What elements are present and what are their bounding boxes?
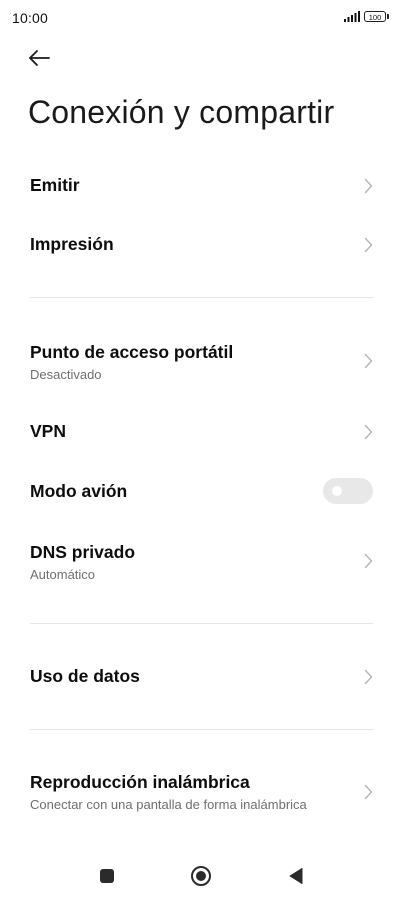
arrow-left-icon — [26, 46, 54, 70]
setting-title: Modo avión — [30, 481, 128, 501]
setting-subtitle: Desactivado — [30, 367, 102, 382]
chevron-right-icon — [364, 424, 373, 440]
battery-level: 100 — [364, 11, 386, 22]
section-divider — [30, 729, 373, 730]
setting-row-wireless-display[interactable]: Reproducción inalámbrica Conectar con un… — [0, 760, 403, 824]
home-button[interactable] — [189, 864, 213, 888]
setting-title: Punto de acceso portátil — [30, 342, 234, 362]
setting-row-vpn[interactable]: VPN — [0, 402, 403, 462]
chevron-right-icon — [364, 353, 373, 369]
setting-title: Reproducción inalámbrica — [30, 772, 250, 792]
status-time: 10:00 — [12, 10, 49, 26]
airplane-mode-toggle[interactable] — [323, 478, 373, 504]
section-divider — [30, 297, 373, 298]
home-circle-icon — [190, 865, 212, 887]
setting-subtitle: Automático — [30, 567, 96, 582]
section-divider — [30, 623, 373, 624]
back-nav-button[interactable] — [284, 864, 308, 888]
setting-row-data-usage[interactable]: Uso de datos — [0, 646, 403, 708]
chevron-right-icon — [364, 784, 373, 800]
recents-square-icon — [99, 868, 115, 884]
setting-title: Impresión — [30, 234, 114, 254]
setting-title: Emitir — [30, 175, 80, 195]
setting-subtitle: Conectar con una pantalla de forma inalá… — [30, 797, 307, 812]
setting-title: Uso de datos — [30, 666, 140, 686]
setting-title: VPN — [30, 421, 66, 441]
chevron-right-icon — [364, 669, 373, 685]
toggle-knob — [332, 486, 342, 496]
chevron-right-icon — [364, 237, 373, 253]
recents-button[interactable] — [95, 864, 119, 888]
back-button[interactable] — [26, 46, 54, 70]
back-triangle-icon — [288, 867, 304, 885]
setting-row-hotspot[interactable]: Punto de acceso portátil Desactivado — [0, 330, 403, 392]
setting-row-impresion[interactable]: Impresión — [0, 216, 403, 276]
setting-row-emitir[interactable]: Emitir — [0, 156, 403, 216]
setting-row-airplane-mode[interactable]: Modo avión — [0, 462, 403, 522]
signal-icon — [344, 11, 360, 22]
page-title: Conexión y compartir — [28, 94, 335, 130]
chevron-right-icon — [364, 178, 373, 194]
chevron-right-icon — [364, 553, 373, 569]
setting-row-private-dns[interactable]: DNS privado Automático — [0, 530, 403, 592]
battery-icon: 100 — [364, 11, 389, 22]
status-bar: 10:00 100 — [0, 0, 403, 36]
status-icons: 100 — [344, 11, 389, 22]
setting-title: DNS privado — [30, 542, 136, 562]
navigation-bar — [0, 850, 403, 900]
